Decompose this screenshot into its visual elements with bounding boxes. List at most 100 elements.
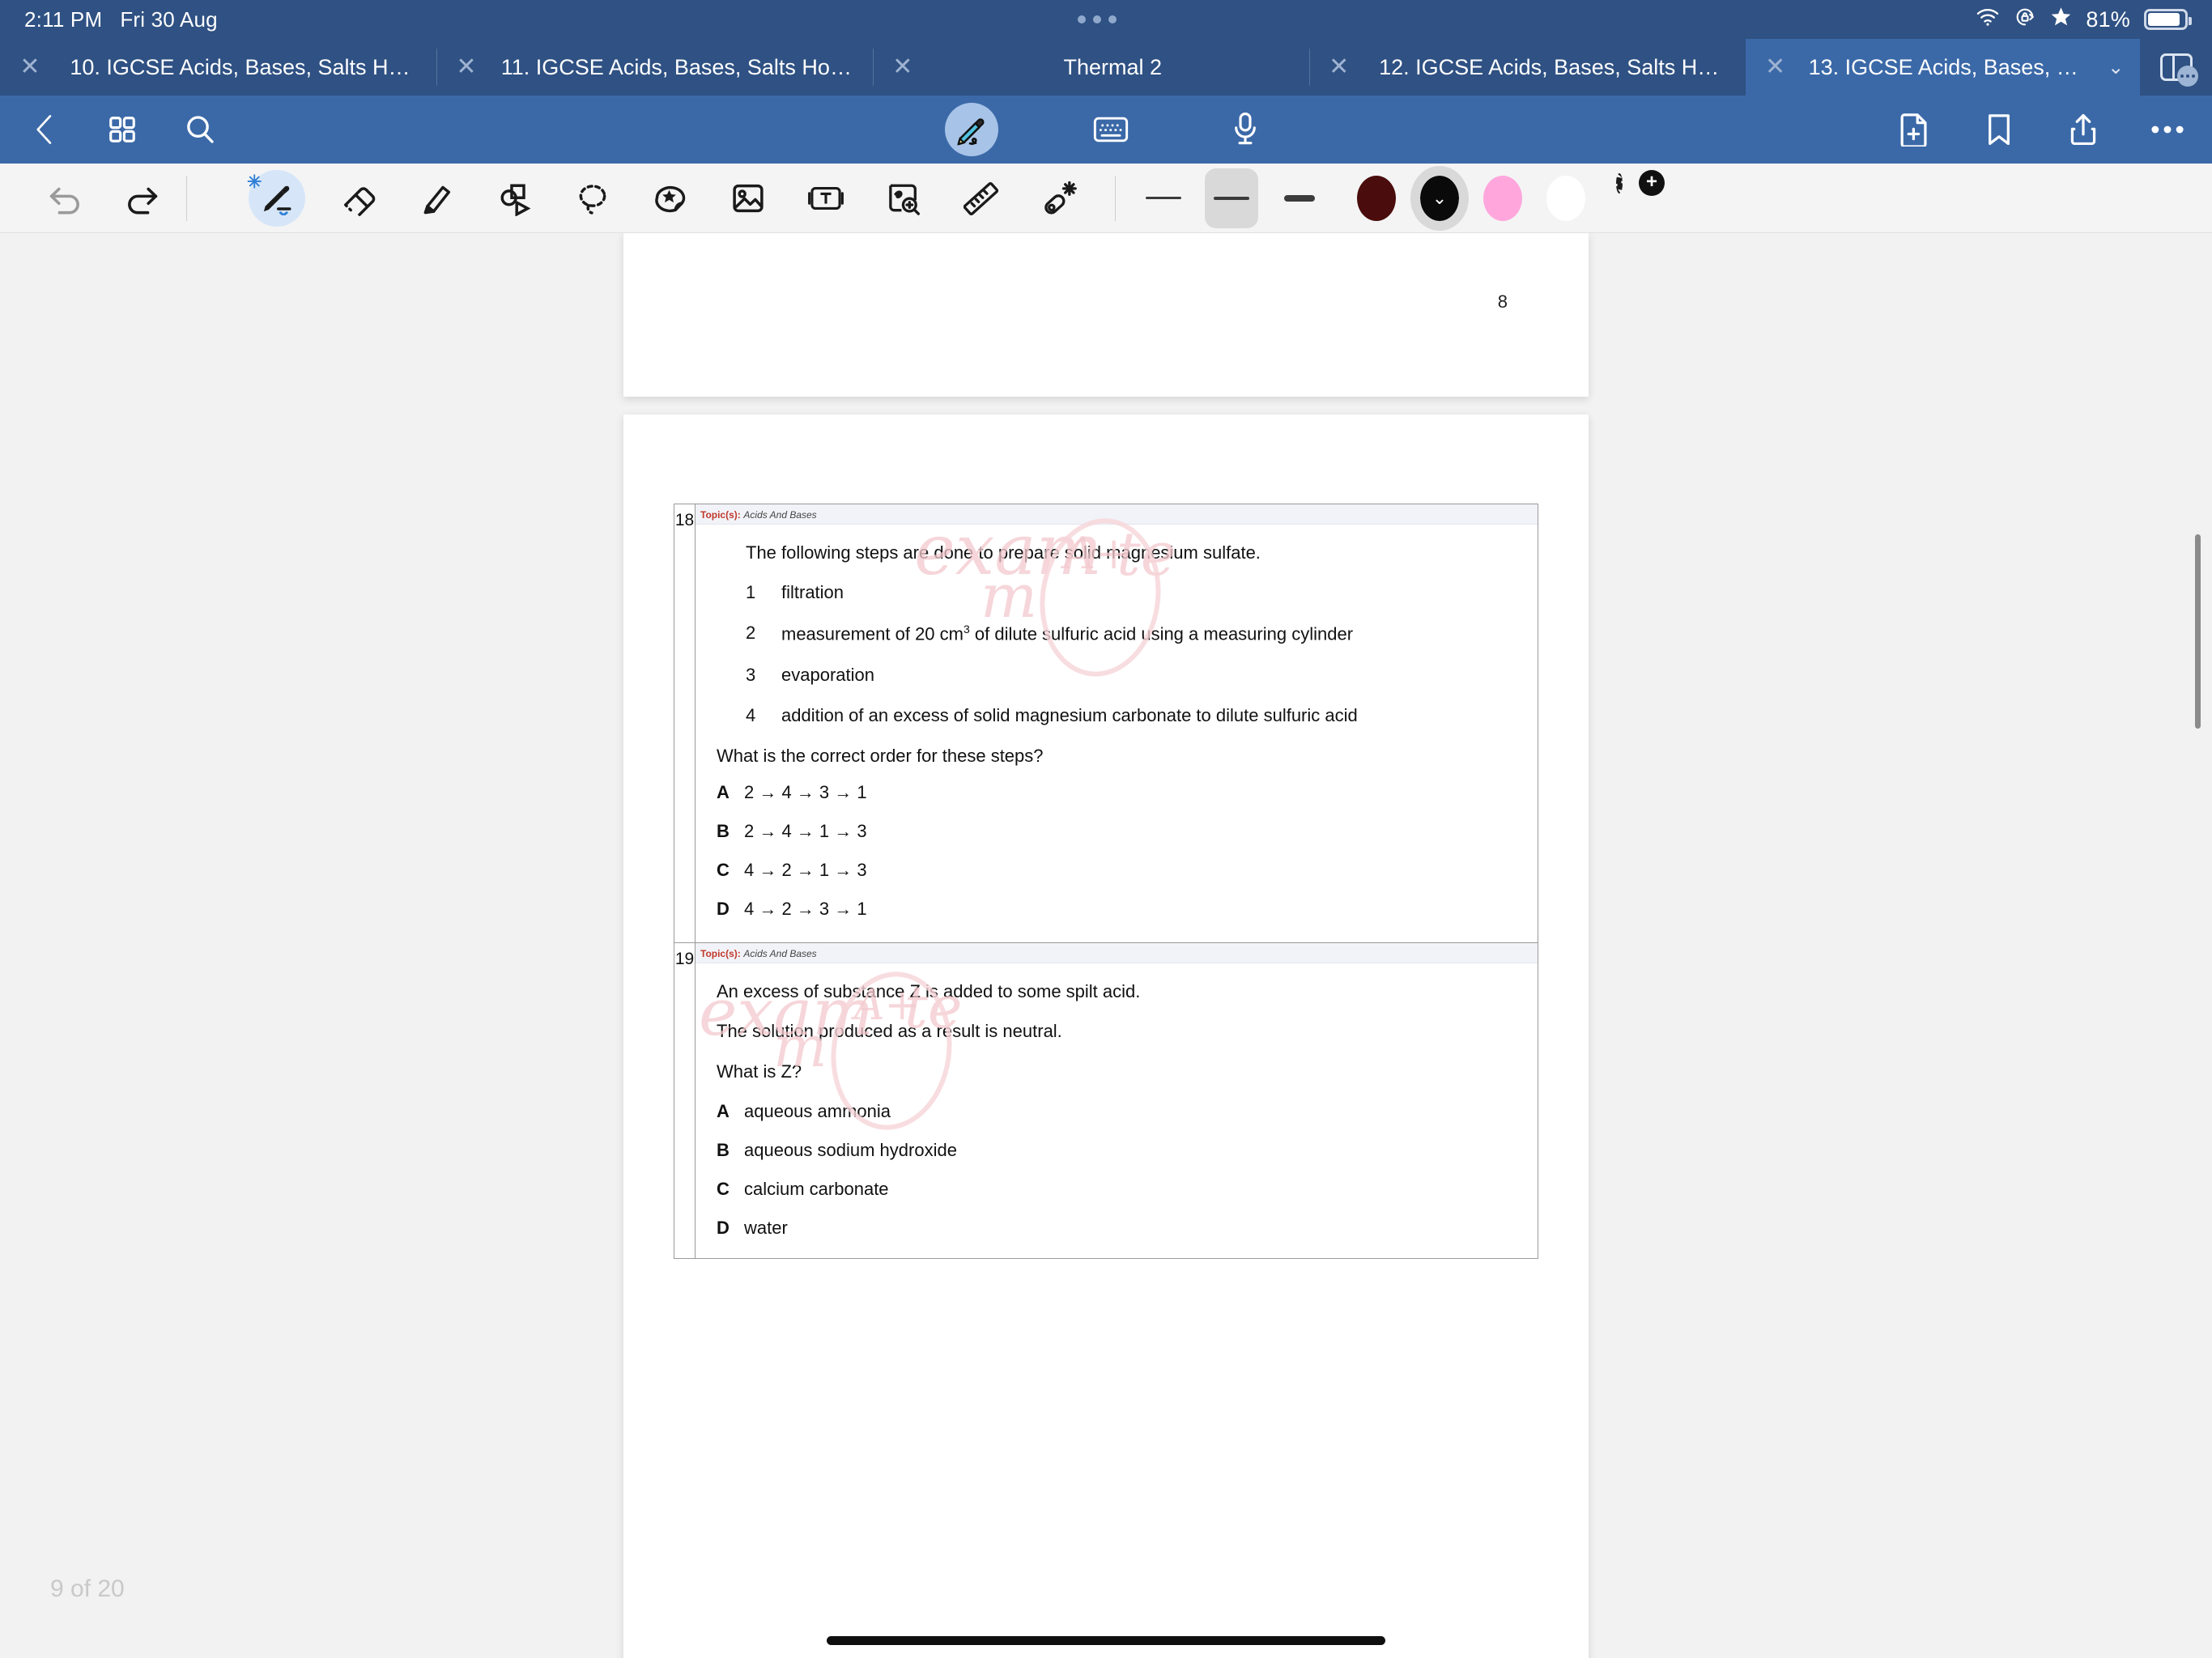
zoom-write-tool[interactable] xyxy=(880,175,927,222)
question-18: 18 Topic(s): Acids And Bases exam m A+ t… xyxy=(674,504,1538,943)
step-text: addition of an excess of solid magnesium… xyxy=(781,704,1358,725)
step-number: 4 xyxy=(746,704,756,725)
question-body: Topic(s): Acids And Bases exam m A+ te A… xyxy=(696,942,1538,1258)
option-letter: B xyxy=(717,1139,730,1160)
tab-close-icon[interactable]: ✕ xyxy=(1317,55,1361,79)
navigation-bar xyxy=(0,96,2212,164)
status-bar-right: 81% xyxy=(1976,6,2192,34)
tools-group: ✳ xyxy=(247,169,1083,227)
tab-close-icon[interactable]: ✕ xyxy=(445,55,488,79)
eraser-tool[interactable] xyxy=(336,175,383,222)
add-color-button[interactable]: + xyxy=(1616,169,1665,220)
multitask-dots-icon[interactable] xyxy=(1077,15,1117,23)
bluetooth-icon: ✳ xyxy=(247,171,262,192)
color-swatch-group: ⌄ + xyxy=(1357,165,1665,231)
image-tool[interactable] xyxy=(725,175,772,222)
step-item: 3 evaporation xyxy=(746,665,1516,686)
home-indicator[interactable] xyxy=(827,1636,1385,1645)
question-number: 18 xyxy=(674,504,696,942)
superscript: 3 xyxy=(963,623,970,636)
tab-item-4[interactable]: ✕ 12. IGCSE Acids, Bases, Salts H… xyxy=(1308,39,1746,96)
color-swatch-pink[interactable] xyxy=(1483,175,1522,221)
step-number: 3 xyxy=(746,664,756,685)
question-number: 19 xyxy=(674,942,696,1258)
add-page-icon[interactable] xyxy=(1893,108,1937,151)
option-text: 2 → 4 → 3 → 1 xyxy=(744,781,867,802)
grid-view-icon[interactable] xyxy=(100,108,144,151)
search-icon[interactable] xyxy=(178,108,222,151)
option-text: 2 → 4 → 1 → 3 xyxy=(744,820,867,841)
tab-item-1[interactable]: ✕ 10. IGCSE Acids, Bases, Salts H… xyxy=(0,39,436,96)
pen-draw-icon[interactable] xyxy=(945,103,998,156)
tab-title: 10. IGCSE Acids, Bases, Salts H… xyxy=(70,54,410,79)
option-row: A 2 → 4 → 3 → 1 xyxy=(717,782,1516,803)
question-content: exam m A+ te The following steps are don… xyxy=(696,510,1538,942)
option-row: A aqueous ammonia xyxy=(717,1101,1516,1122)
keyboard-icon[interactable] xyxy=(1089,108,1133,151)
laser-pointer-tool[interactable] xyxy=(1036,175,1083,222)
color-swatch-white[interactable] xyxy=(1546,175,1585,221)
option-row: D 4 → 2 → 3 → 1 xyxy=(717,899,1516,920)
back-chevron-icon[interactable] xyxy=(23,108,66,151)
step-number: 2 xyxy=(746,623,756,644)
step-text: filtration xyxy=(781,582,844,603)
shapes-tool[interactable] xyxy=(491,175,538,222)
pen-tool[interactable]: ✳ xyxy=(247,169,305,227)
option-row: D water xyxy=(717,1218,1516,1239)
highlighter-tool[interactable] xyxy=(414,175,461,222)
tab-item-2[interactable]: ✕ 11. IGCSE Acids, Bases, Salts Ho… xyxy=(436,39,873,96)
page-current[interactable]: 18 Topic(s): Acids And Bases exam m A+ t… xyxy=(623,414,1589,1658)
bookmark-icon[interactable] xyxy=(1977,108,2021,151)
microphone-icon[interactable] xyxy=(1223,108,1267,151)
sticker-tool[interactable] xyxy=(647,175,694,222)
tab-item-3[interactable]: ✕ Thermal 2 xyxy=(872,39,1309,96)
nav-right-group xyxy=(1893,108,2189,151)
plus-icon: + xyxy=(1639,169,1665,196)
page-previous[interactable]: 8 xyxy=(623,233,1589,397)
nav-center-group xyxy=(945,103,1267,156)
tab-title: 13. IGCSE Acids, Bases, Salts… xyxy=(1808,54,2100,79)
tab-close-icon[interactable]: ✕ xyxy=(8,55,52,79)
ipad-notes-app: 2:11 PM Fri 30 Aug 81% ✕ 10. IGCSE Acids… xyxy=(0,0,2212,1658)
split-view-button[interactable] xyxy=(2140,39,2212,96)
step-text: evaporation xyxy=(781,664,874,685)
topic-label: Topic(s): xyxy=(700,509,741,521)
page-separator xyxy=(623,397,1589,414)
more-options-icon[interactable] xyxy=(2146,108,2189,151)
option-row: B 2 → 4 → 1 → 3 xyxy=(717,821,1516,842)
vertical-scrollbar[interactable] xyxy=(2195,534,2201,729)
option-row: C 4 → 2 → 1 → 3 xyxy=(717,860,1516,881)
option-row: C calcium carbonate xyxy=(717,1179,1516,1200)
option-letter: C xyxy=(717,859,730,880)
status-bar-left: 2:11 PM Fri 30 Aug xyxy=(24,7,218,32)
tab-close-icon[interactable]: ✕ xyxy=(1754,55,1797,79)
wifi-icon xyxy=(1976,7,2000,32)
star-icon xyxy=(2050,6,2072,33)
option-letter: D xyxy=(717,898,730,919)
ruler-tool[interactable] xyxy=(958,175,1005,222)
toolbar-divider xyxy=(186,175,187,221)
share-icon[interactable] xyxy=(2061,108,2105,151)
document-canvas[interactable]: 8 18 Topic(s): Acids And Bases exam m A+… xyxy=(0,233,2212,1658)
topic-label: Topic(s): xyxy=(700,947,741,959)
lasso-select-tool[interactable] xyxy=(569,175,616,222)
option-text: 4 → 2 → 1 → 3 xyxy=(744,859,867,880)
tab-item-5-active[interactable]: ✕ 13. IGCSE Acids, Bases, Salts… ⌄ xyxy=(1745,39,2141,96)
tab-title: 12. IGCSE Acids, Bases, Salts H… xyxy=(1379,54,1720,79)
color-swatch-dark-maroon[interactable] xyxy=(1357,175,1396,221)
color-swatch-black[interactable]: ⌄ xyxy=(1410,165,1469,231)
chevron-down-icon: ⌄ xyxy=(1431,187,1448,208)
chevron-down-icon[interactable]: ⌄ xyxy=(2099,56,2132,79)
undo-icon[interactable] xyxy=(42,175,89,222)
rotation-lock-icon xyxy=(2014,6,2036,34)
tab-close-icon[interactable]: ✕ xyxy=(881,55,925,79)
stroke-width-medium[interactable] xyxy=(1205,168,1258,228)
topic-value: Acids And Bases xyxy=(743,947,817,959)
option-letter: D xyxy=(717,1217,730,1238)
option-text: 4 → 2 → 3 → 1 xyxy=(744,898,867,919)
battery-icon xyxy=(2144,9,2192,30)
redo-icon[interactable] xyxy=(118,175,165,222)
stroke-width-thin[interactable] xyxy=(1137,168,1190,228)
stroke-width-thick[interactable] xyxy=(1273,168,1326,228)
text-box-tool[interactable] xyxy=(802,175,849,222)
